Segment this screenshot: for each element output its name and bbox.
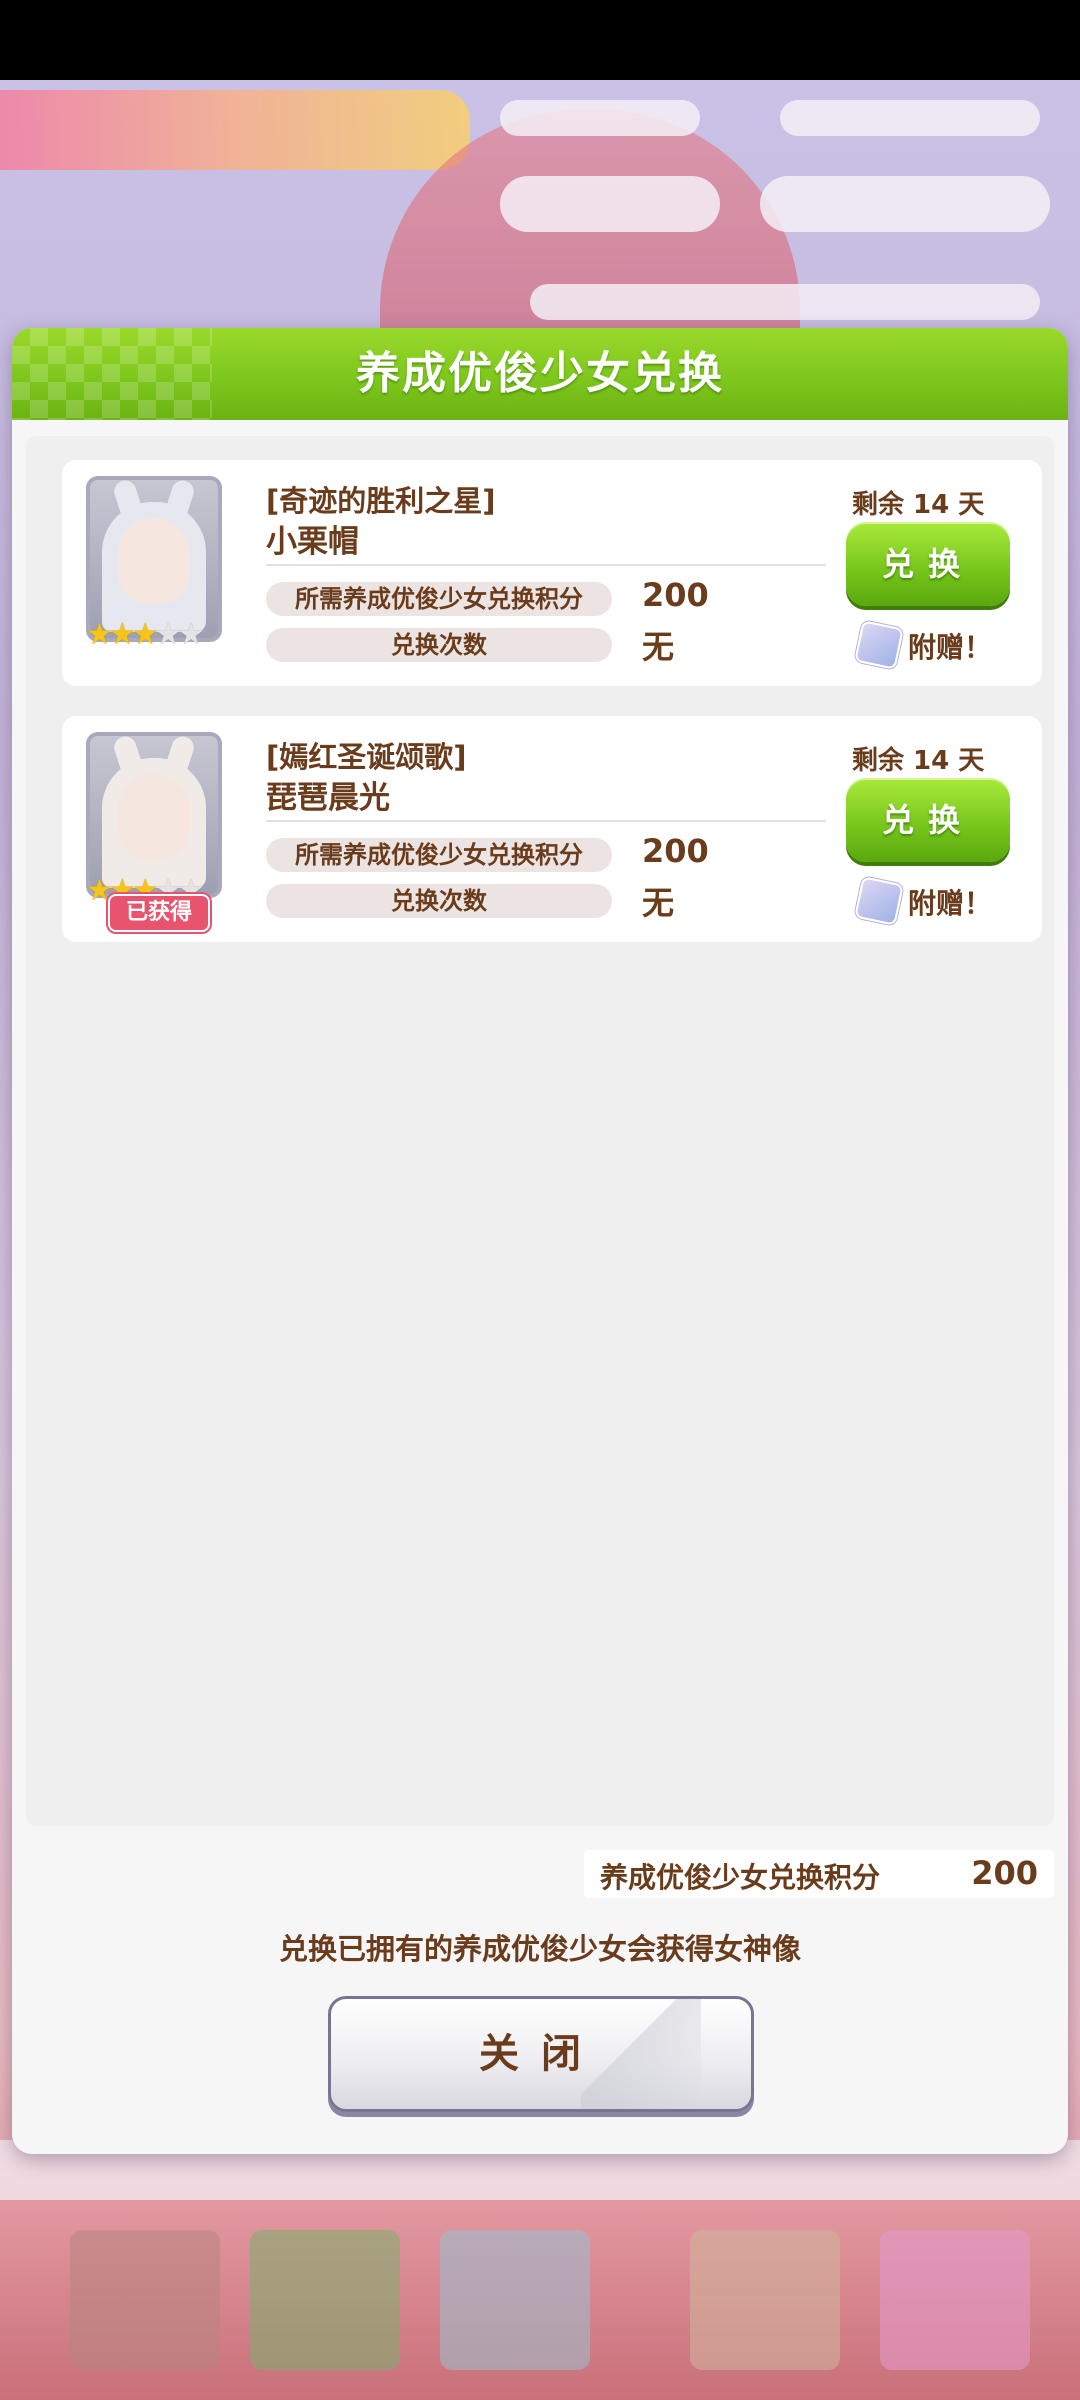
bonus-label: 附赠！ xyxy=(908,631,993,664)
background-currency-1 xyxy=(500,100,700,136)
rarity-stars: ★★★★★ xyxy=(86,617,205,652)
bonus-label: 附赠！ xyxy=(908,887,993,920)
points-label: 所需养成优俊少女兑换积分 xyxy=(266,582,612,616)
item-name: 琵琶晨光 xyxy=(266,780,390,816)
owned-points-label: 养成优俊少女兑换积分 xyxy=(600,1861,881,1894)
divider xyxy=(266,564,826,566)
owned-points-value: 200 xyxy=(971,1854,1038,1892)
status-bar xyxy=(0,0,1080,80)
dialog-header: 养成优俊少女兑换 xyxy=(12,328,1068,420)
item-subtitle: [嫣红圣诞颂歌] xyxy=(266,740,467,774)
star-icon: ★ xyxy=(131,617,159,652)
exchange-button[interactable]: 兑换 xyxy=(846,522,1010,606)
points-value: 200 xyxy=(642,576,709,614)
dialog-title: 养成优俊少女兑换 xyxy=(356,348,724,399)
background-menu-tile-1 xyxy=(70,2230,220,2370)
count-label: 兑换次数 xyxy=(266,884,612,918)
owned-points-bar: 养成优俊少女兑换积分 200 xyxy=(584,1850,1054,1898)
exchange-dialog: 养成优俊少女兑换 ★★★★★ [奇迹的胜利之星] 小栗帽 所需养成优俊少女兑换积… xyxy=(12,328,1068,2154)
exchange-note: 兑换已拥有的养成优俊少女会获得女神像 xyxy=(278,1932,801,1966)
background-banner xyxy=(0,90,470,170)
points-label: 所需养成优俊少女兑换积分 xyxy=(266,838,612,872)
bonus-gift-icon xyxy=(854,876,904,926)
remaining-days: 剩余 14 天 xyxy=(852,746,985,776)
exchange-list[interactable]: ★★★★★ [奇迹的胜利之星] 小栗帽 所需养成优俊少女兑换积分 200 兑换次… xyxy=(26,436,1054,1826)
star-icon: ★ xyxy=(108,617,136,652)
background-button-1 xyxy=(500,176,720,232)
background-menu-tile-2 xyxy=(250,2230,400,2370)
owned-badge: 已获得 xyxy=(108,894,210,932)
list-item: ★★★★★ 已获得 [嫣红圣诞颂歌] 琵琶晨光 所需养成优俊少女兑换积分 200… xyxy=(62,716,1042,942)
item-subtitle: [奇迹的胜利之星] xyxy=(266,484,496,518)
star-icon: ★ xyxy=(86,617,113,652)
background-currency-2 xyxy=(780,100,1040,136)
background-info-bar xyxy=(530,284,1040,320)
divider xyxy=(266,820,826,822)
count-value: 无 xyxy=(642,884,675,922)
background-button-2 xyxy=(760,176,1050,232)
count-value: 无 xyxy=(642,628,675,666)
star-icon: ★ xyxy=(177,617,205,652)
background-menu-tile-4 xyxy=(690,2230,840,2370)
item-name: 小栗帽 xyxy=(266,524,359,560)
remaining-days: 剩余 14 天 xyxy=(852,490,985,520)
close-button[interactable]: 关闭 xyxy=(328,1996,754,2112)
list-item: ★★★★★ [奇迹的胜利之星] 小栗帽 所需养成优俊少女兑换积分 200 兑换次… xyxy=(62,460,1042,686)
star-icon: ★ xyxy=(86,873,113,908)
exchange-button[interactable]: 兑换 xyxy=(846,778,1010,862)
bonus-gift-icon xyxy=(854,620,904,670)
background-menu-tile-3 xyxy=(440,2230,590,2370)
points-value: 200 xyxy=(642,832,709,870)
count-label: 兑换次数 xyxy=(266,628,612,662)
star-icon: ★ xyxy=(154,617,182,652)
background-menu-tile-5 xyxy=(880,2230,1030,2370)
